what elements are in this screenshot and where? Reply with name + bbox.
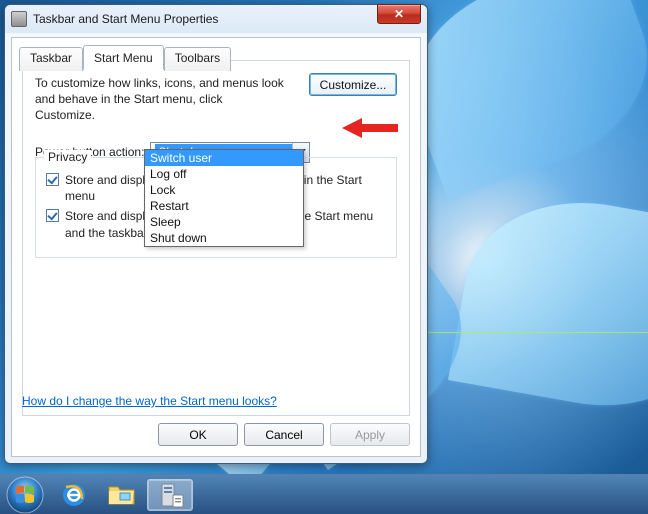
dropdown-option-log-off[interactable]: Log off xyxy=(145,166,303,182)
cancel-button[interactable]: Cancel xyxy=(244,423,324,446)
ok-button[interactable]: OK xyxy=(158,423,238,446)
wallpaper-leaf xyxy=(448,183,648,425)
customize-button[interactable]: Customize... xyxy=(309,73,397,96)
dropdown-option-sleep[interactable]: Sleep xyxy=(145,214,303,230)
dropdown-option-restart[interactable]: Restart xyxy=(145,198,303,214)
wallpaper-horizon xyxy=(410,332,648,333)
taskbar-ie-button[interactable] xyxy=(51,479,97,511)
window-titlebar[interactable]: Taskbar and Start Menu Properties ✕ xyxy=(5,5,427,33)
start-button[interactable] xyxy=(6,476,44,514)
folder-icon xyxy=(107,482,137,508)
apply-button[interactable]: Apply xyxy=(330,423,410,446)
properties-window: Taskbar and Start Menu Properties ✕ Task… xyxy=(4,4,428,464)
ie-icon xyxy=(60,481,88,509)
power-action-dropdown: Switch user Log off Lock Restart Sleep S… xyxy=(144,149,304,247)
dropdown-option-lock[interactable]: Lock xyxy=(145,182,303,198)
dialog-buttons: OK Cancel Apply xyxy=(158,423,410,446)
help-link[interactable]: How do I change the way the Start menu l… xyxy=(22,394,277,408)
client-area: To customize how links, icons, and menus… xyxy=(11,37,421,457)
close-button[interactable]: ✕ xyxy=(377,4,421,24)
checkbox-recent-programs[interactable] xyxy=(46,173,59,186)
tab-toolbars[interactable]: Toolbars xyxy=(164,47,231,71)
dropdown-option-shut-down[interactable]: Shut down xyxy=(145,230,303,246)
tab-start-menu[interactable]: Start Menu xyxy=(83,45,164,70)
taskbar-explorer-button[interactable] xyxy=(99,479,145,511)
properties-icon xyxy=(156,481,184,509)
tab-taskbar[interactable]: Taskbar xyxy=(19,47,83,71)
intro-text: To customize how links, icons, and menus… xyxy=(35,75,285,124)
window-title: Taskbar and Start Menu Properties xyxy=(33,12,218,26)
taskbar xyxy=(0,474,648,514)
dropdown-option-switch-user[interactable]: Switch user xyxy=(145,150,303,166)
privacy-legend: Privacy xyxy=(44,150,91,164)
taskbar-properties-button[interactable] xyxy=(147,479,193,511)
tab-panel: To customize how links, icons, and menus… xyxy=(22,60,410,416)
close-icon: ✕ xyxy=(394,7,404,21)
window-icon xyxy=(11,11,27,27)
tab-strip: Taskbar Start Menu Toolbars xyxy=(19,47,231,71)
checkbox-recent-items[interactable] xyxy=(46,209,59,222)
